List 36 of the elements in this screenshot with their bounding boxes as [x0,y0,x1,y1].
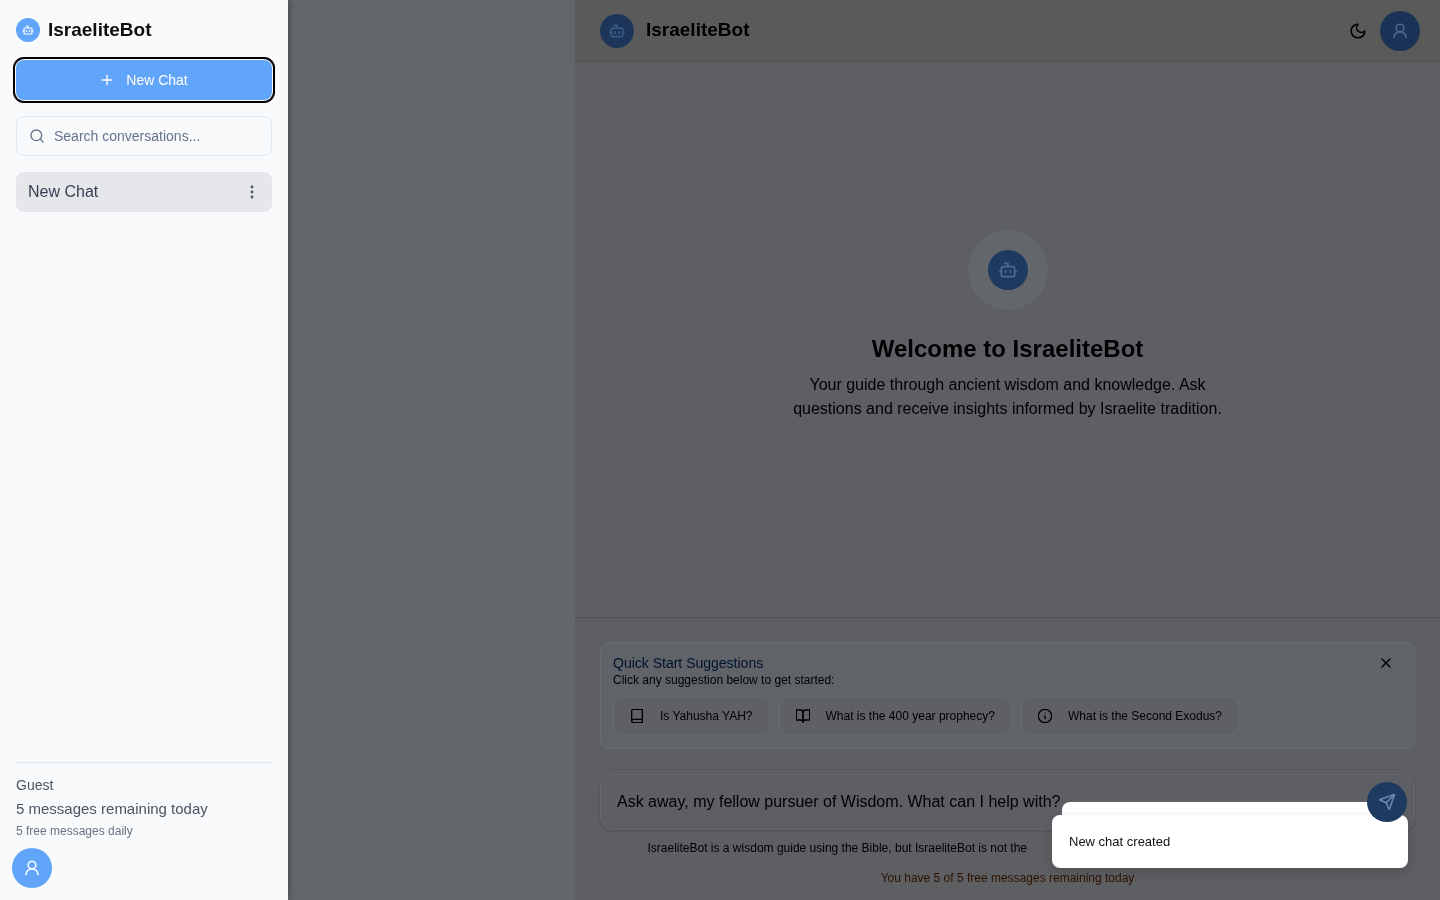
remaining-messages: 5 messages remaining today [16,799,209,819]
robot-icon [16,18,40,42]
robot-icon [600,13,634,48]
suggestion-chip[interactable]: Is Yahusha YAH? [613,697,770,735]
app-title: IsraeliteBot [646,18,750,43]
user-name: Guest [16,776,55,795]
profile-button[interactable] [12,848,52,888]
user-icon [1392,22,1408,39]
robot-icon [967,230,1048,310]
moon-icon [1350,22,1366,39]
suggestions-title: Quick Start Suggestions [613,654,764,672]
close-icon [1379,656,1393,670]
send-icon [1379,794,1395,810]
search-field[interactable]: Search conversations... [16,116,272,156]
search-icon [30,129,44,143]
book-icon [630,709,644,723]
suggestions-subtitle: Click any suggestion below to get started: [613,672,836,688]
toast-notification: New chat created [1052,815,1408,868]
new-chat-button[interactable]: New Chat [16,60,272,100]
plus-icon [100,73,115,87]
info-icon [1037,709,1052,723]
open-book-icon [795,709,810,723]
suggestion-chip[interactable]: What is the 400 year prophecy? [778,697,1012,735]
conversation-item[interactable]: New Chat [16,172,272,212]
app-title: IsraeliteBot [48,18,152,42]
daily-limit-note: 5 free messages daily [16,823,134,840]
suggestion-chip[interactable]: What is the Second Exodus? [1020,697,1240,735]
close-button[interactable] [1379,656,1393,670]
quota-notice: You have 5 of 5 free messages remaining today [880,871,1135,885]
welcome-text: Your guide through ancient wisdom and knowledge. Ask questions and receive insights informed by Israelite tradition. [792,375,1223,419]
user-icon [24,860,40,876]
disclaimer-text: IsraeliteBot is a wisdom guide using the Bible, but IsraeliteBot is not the [647,841,1028,855]
profile-button[interactable] [1380,10,1420,51]
kebab-icon [250,185,254,199]
welcome-heading: Welcome to IsraeliteBot [871,334,1144,364]
theme-toggle-button[interactable] [1350,22,1366,39]
